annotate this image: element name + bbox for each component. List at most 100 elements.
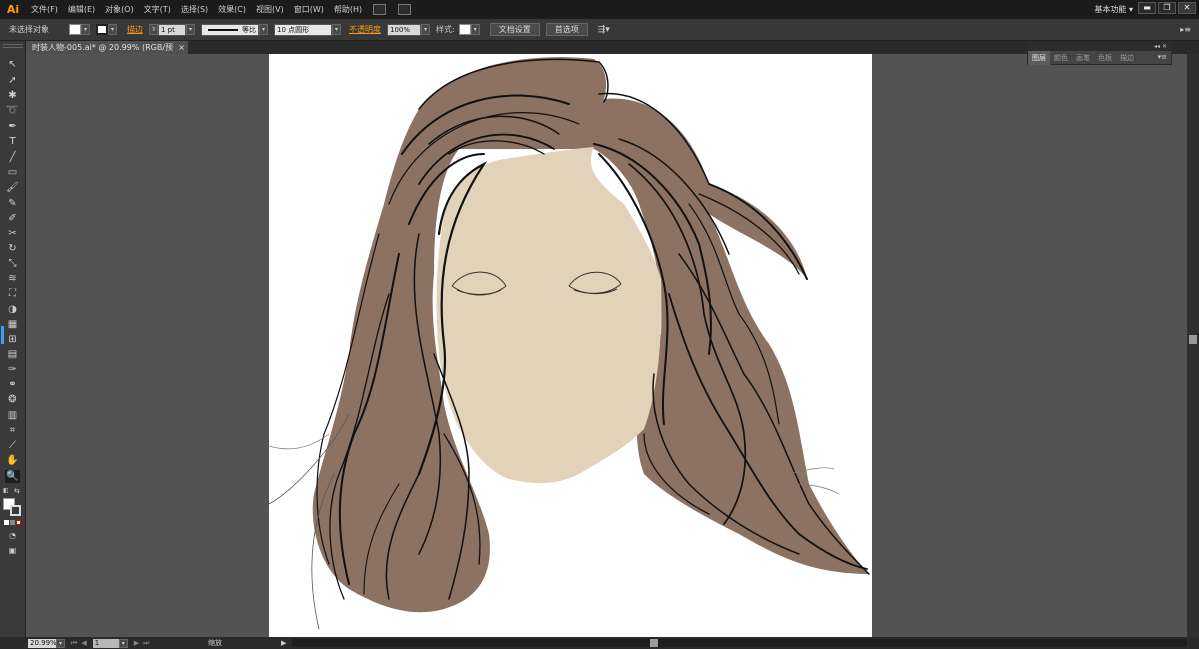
arrange-documents-icon[interactable] bbox=[398, 4, 412, 15]
brush-dropdown[interactable]: ▾ bbox=[332, 24, 341, 35]
rotate-tool-icon[interactable]: ↻ bbox=[5, 242, 20, 255]
gradient-mode-icon[interactable] bbox=[10, 520, 15, 525]
opacity-field[interactable]: 100% bbox=[387, 23, 421, 36]
tab-stroke[interactable]: 描边 bbox=[1116, 51, 1138, 65]
artboard-tool-icon[interactable]: ⌗ bbox=[5, 424, 20, 437]
opacity-dropdown[interactable]: ▾ bbox=[421, 24, 430, 35]
scissors-tool-icon[interactable]: ✂ bbox=[5, 227, 20, 240]
tools-panel-grip[interactable] bbox=[3, 44, 23, 48]
menu-help[interactable]: 帮助(H) bbox=[329, 0, 367, 19]
mesh-tool-icon[interactable]: ⊞ bbox=[5, 333, 20, 346]
symbol-sprayer-tool-icon[interactable]: ❂ bbox=[5, 393, 20, 406]
none-mode-icon[interactable] bbox=[16, 520, 21, 525]
preferences-button[interactable]: 首选项 bbox=[545, 23, 588, 36]
pen-tool-icon[interactable]: ✒ bbox=[5, 120, 20, 133]
pencil-tool-icon[interactable]: ✎ bbox=[5, 197, 20, 210]
fill-dropdown[interactable]: ▾ bbox=[81, 24, 90, 35]
current-tool-status[interactable]: 缩放 bbox=[208, 637, 222, 649]
style-dropdown[interactable]: ▾ bbox=[470, 24, 480, 35]
warp-tool-icon[interactable]: ≋ bbox=[5, 272, 20, 285]
color-mode-icon[interactable] bbox=[4, 520, 9, 525]
stroke-color-box[interactable] bbox=[10, 505, 21, 516]
stroke-swatch[interactable] bbox=[96, 24, 108, 35]
brush-field[interactable]: 10 点圆形 bbox=[274, 23, 332, 36]
slice-tool-icon[interactable]: ⟋ bbox=[5, 439, 20, 452]
workspace-switcher[interactable]: 基本功能 ▾ bbox=[1094, 0, 1133, 19]
lasso-tool-icon[interactable]: ➰ bbox=[5, 104, 20, 117]
zoom-dropdown[interactable]: ▾ bbox=[56, 638, 65, 648]
document-tab[interactable]: 时装人物-005.ai* @ 20.99% (RGB/预览) × bbox=[26, 41, 188, 65]
direct-selection-tool-icon[interactable]: ➚ bbox=[5, 74, 20, 87]
horizontal-scroll-thumb[interactable] bbox=[650, 639, 658, 647]
default-colors-icon[interactable]: ◧ bbox=[3, 487, 11, 495]
rectangle-tool-icon[interactable]: ▭ bbox=[5, 166, 20, 179]
tab-color[interactable]: 颜色 bbox=[1050, 51, 1072, 65]
control-bar-menu-icon[interactable]: ▸≡ bbox=[1180, 25, 1191, 34]
blend-tool-icon[interactable]: ⚭ bbox=[5, 378, 20, 391]
eyedropper-tool-icon[interactable]: ✑ bbox=[5, 363, 20, 376]
menu-window[interactable]: 窗口(W) bbox=[289, 0, 329, 19]
close-button[interactable]: ✕ bbox=[1178, 2, 1196, 14]
page-dropdown[interactable]: ▾ bbox=[118, 638, 128, 648]
page-field[interactable]: 1 bbox=[92, 638, 119, 648]
tab-brushes[interactable]: 画笔 bbox=[1072, 51, 1094, 65]
scale-tool-icon[interactable]: ⤡ bbox=[5, 257, 20, 270]
canvas-area[interactable] bbox=[26, 54, 1187, 637]
prev-page-icon[interactable]: ◀ bbox=[81, 639, 86, 647]
menu-file[interactable]: 文件(F) bbox=[26, 0, 63, 19]
paintbrush-tool-icon[interactable]: 🖌 bbox=[5, 181, 20, 194]
gradient-tool-icon[interactable]: ▤ bbox=[5, 348, 20, 361]
panel-menu-icon[interactable]: ▾≡ bbox=[1158, 53, 1167, 61]
minimize-button[interactable]: ▬ bbox=[1138, 2, 1156, 14]
stroke-profile-field[interactable]: 等比 bbox=[201, 23, 259, 36]
opacity-label[interactable]: 不透明度 bbox=[349, 24, 381, 35]
hand-tool-icon[interactable]: ✋ bbox=[5, 454, 20, 467]
restore-button[interactable]: ❐ bbox=[1158, 2, 1176, 14]
menu-object[interactable]: 对象(O) bbox=[100, 0, 139, 19]
stroke-weight-field[interactable]: 1 pt bbox=[158, 23, 186, 36]
panel-header[interactable]: ◂◂ ✕ bbox=[1028, 42, 1171, 51]
menu-select[interactable]: 选择(S) bbox=[176, 0, 213, 19]
vertical-scroll-thumb[interactable] bbox=[1189, 335, 1197, 344]
stroke-profile-dropdown[interactable]: ▾ bbox=[259, 24, 268, 35]
stroke-weight-stepper[interactable]: ⇕ bbox=[149, 24, 158, 35]
first-page-icon[interactable]: ⏮ bbox=[71, 639, 77, 648]
arrange-icon[interactable]: ⇶▾ bbox=[598, 25, 610, 35]
stroke-label[interactable]: 描边 bbox=[127, 24, 143, 35]
artboard[interactable] bbox=[269, 54, 872, 637]
shape-builder-tool-icon[interactable]: ◑ bbox=[5, 303, 20, 316]
magic-wand-tool-icon[interactable]: ✱ bbox=[5, 89, 20, 102]
style-swatch[interactable] bbox=[458, 24, 471, 35]
document-setup-button[interactable]: 文档设置 bbox=[489, 23, 540, 36]
status-menu-icon[interactable]: ▶ bbox=[281, 637, 286, 649]
tab-layers[interactable]: 图层 bbox=[1028, 51, 1050, 65]
screen-mode-icon[interactable]: ▣ bbox=[5, 544, 20, 557]
vertical-scrollbar[interactable] bbox=[1187, 54, 1199, 637]
tool-active-indicator bbox=[1, 326, 4, 344]
zoom-field[interactable]: 20.99% bbox=[28, 638, 57, 648]
menu-effect[interactable]: 效果(C) bbox=[213, 0, 251, 19]
close-tab-icon[interactable]: × bbox=[178, 41, 185, 54]
horizontal-scrollbar[interactable] bbox=[292, 639, 1187, 647]
blob-brush-tool-icon[interactable]: ✐ bbox=[5, 212, 20, 225]
fill-swatch[interactable] bbox=[69, 24, 81, 35]
last-page-icon[interactable]: ⏭ bbox=[143, 639, 149, 648]
menu-edit[interactable]: 编辑(E) bbox=[63, 0, 100, 19]
menu-view[interactable]: 视图(V) bbox=[251, 0, 289, 19]
line-tool-icon[interactable]: ╱ bbox=[5, 151, 20, 164]
type-tool-icon[interactable]: T bbox=[5, 135, 20, 148]
selection-tool-icon[interactable]: ↖ bbox=[5, 58, 20, 71]
app-logo: Ai bbox=[6, 3, 20, 16]
zoom-tool-icon[interactable]: 🔍 bbox=[5, 470, 20, 483]
perspective-grid-tool-icon[interactable]: ▦ bbox=[5, 318, 20, 331]
bridge-icon[interactable] bbox=[373, 4, 387, 15]
drawing-mode-icon[interactable]: ◔ bbox=[5, 529, 20, 542]
next-page-icon[interactable]: ▶ bbox=[134, 639, 139, 647]
stroke-weight-dropdown[interactable]: ▾ bbox=[186, 24, 195, 35]
free-transform-tool-icon[interactable]: ⛶ bbox=[5, 287, 20, 300]
menu-type[interactable]: 文字(T) bbox=[139, 0, 176, 19]
stroke-dropdown[interactable]: ▾ bbox=[108, 24, 117, 35]
column-graph-tool-icon[interactable]: ▥ bbox=[5, 409, 20, 422]
swap-colors-icon[interactable]: ⇆ bbox=[14, 487, 22, 495]
tab-swatches[interactable]: 色板 bbox=[1094, 51, 1116, 65]
